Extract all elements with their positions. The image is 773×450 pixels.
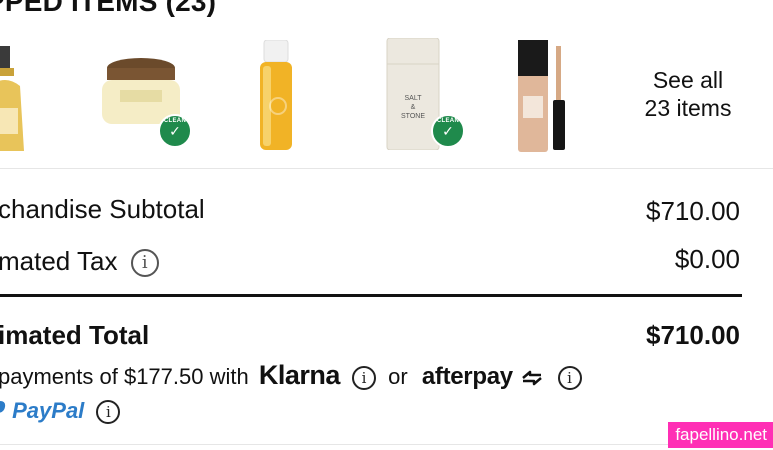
product-thumb-spray[interactable]	[254, 39, 298, 152]
product-thumb-deodorant[interactable]: SALT & STONE CLEAN ✓	[385, 37, 481, 154]
paypal-logo: PayPal	[12, 398, 85, 423]
see-all-items-link[interactable]: See all 23 items	[628, 66, 748, 122]
afterpay-logo: afterpay	[422, 363, 552, 390]
klarna-info-icon[interactable]: i	[352, 366, 377, 391]
product-thumb-concealer[interactable]	[516, 40, 576, 154]
total-divider	[0, 294, 742, 297]
section-title: PPED ITEMS (23)	[0, 0, 217, 17]
see-all-label: See all	[652, 67, 724, 93]
svg-text:&: &	[411, 104, 416, 111]
items-count-label: 23 items	[644, 95, 732, 121]
watermark: fapellino.net	[668, 422, 773, 448]
product-thumbnails[interactable]: CLEAN ✓ SALT & STONE CLEAN ✓	[0, 36, 620, 156]
afterpay-wordmark: afterpay	[421, 363, 513, 390]
tax-value: $0.00	[674, 244, 740, 274]
info-icon[interactable]: i	[130, 249, 159, 278]
svg-text:STONE: STONE	[401, 113, 425, 120]
paypal-p-icon	[0, 401, 6, 413]
divider	[0, 168, 773, 169]
installments-row: payments of $177.50 with Klarna i or aft…	[0, 360, 588, 391]
paypal-info-icon[interactable]: i	[96, 400, 121, 425]
clean-badge: CLEAN ✓	[431, 114, 465, 148]
subtotal-label: chandise Subtotal	[0, 194, 205, 224]
product-thumb-jar[interactable]: CLEAN ✓	[98, 56, 194, 152]
paypal-row: PayPal i	[0, 398, 126, 425]
installments-text: payments of $177.50 with	[0, 364, 249, 389]
tax-row: mated Tax i	[0, 246, 159, 278]
product-thumb-oil[interactable]	[0, 46, 30, 156]
klarna-logo: Klarna	[258, 360, 341, 390]
total-value: $710.00	[646, 320, 740, 350]
or-text: or	[388, 364, 408, 389]
tax-label: mated Tax	[0, 246, 118, 276]
subtotal-value: $710.00	[646, 196, 740, 226]
divider	[0, 444, 773, 445]
afterpay-arrows-icon	[522, 370, 543, 385]
afterpay-info-icon[interactable]: i	[557, 366, 582, 391]
clean-badge: CLEAN ✓	[158, 114, 192, 148]
svg-text:SALT: SALT	[405, 95, 423, 102]
total-label: imated Total	[0, 320, 150, 350]
